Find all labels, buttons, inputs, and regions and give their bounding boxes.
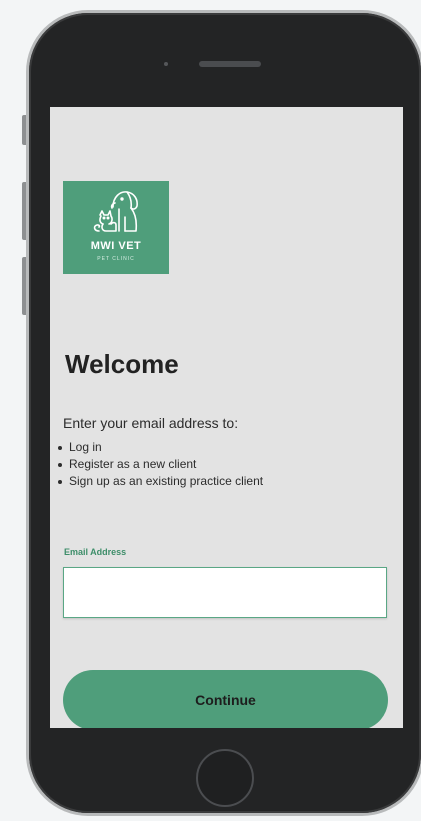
dog-and-cat-icon bbox=[93, 191, 138, 232]
list-item: Log in bbox=[58, 439, 263, 456]
logo-subtitle: PET CLINIC bbox=[97, 256, 135, 262]
clinic-logo: MWI VET PET CLINIC bbox=[63, 181, 169, 274]
options-list: Log in Register as a new client Sign up … bbox=[58, 439, 263, 490]
earpiece-speaker bbox=[199, 61, 261, 67]
front-camera bbox=[164, 62, 168, 66]
logo-title: MWI VET bbox=[90, 240, 142, 252]
page-title: Welcome bbox=[65, 349, 179, 379]
intro-text: Enter your email address to: bbox=[63, 415, 239, 431]
continue-button[interactable]: Continue bbox=[63, 670, 388, 728]
app-screen: MWI VET PET CLINIC Welcome Enter your em… bbox=[50, 107, 403, 728]
email-label: Email Address bbox=[64, 547, 127, 557]
device-stage: MWI VET PET CLINIC Welcome Enter your em… bbox=[0, 0, 421, 821]
list-item: Register as a new client bbox=[58, 456, 263, 473]
phone-body: MWI VET PET CLINIC Welcome Enter your em… bbox=[29, 13, 421, 813]
email-field[interactable] bbox=[63, 567, 387, 618]
list-item: Sign up as an existing practice client bbox=[58, 473, 263, 490]
phone-frame: MWI VET PET CLINIC Welcome Enter your em… bbox=[26, 10, 421, 816]
home-button[interactable] bbox=[196, 749, 254, 807]
